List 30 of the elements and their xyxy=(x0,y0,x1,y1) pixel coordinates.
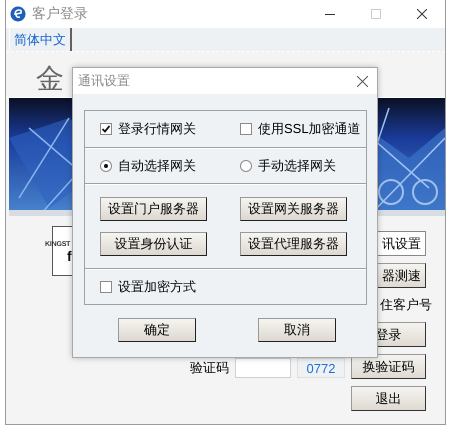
checkbox-label: 使用SSL加密通道 xyxy=(258,120,361,138)
radio-button[interactable] xyxy=(100,160,112,172)
dialog-button[interactable]: 确定 xyxy=(118,318,196,342)
captcha-label: 验证码 xyxy=(190,359,229,377)
captcha-field[interactable] xyxy=(235,358,291,378)
checkbox[interactable] xyxy=(100,280,112,292)
radio-label: 自动选择网关 xyxy=(118,156,196,174)
checkbox-label: 登录行情网关 xyxy=(118,120,196,138)
radio-button[interactable] xyxy=(240,160,252,172)
close-icon[interactable] xyxy=(417,9,427,19)
checkbox[interactable] xyxy=(100,123,112,135)
radio-label: 手动选择网关 xyxy=(258,156,336,174)
checkbox[interactable] xyxy=(240,123,252,135)
checkbox-label: 住客户号 xyxy=(379,296,432,314)
checkbox-label: 设置加密方式 xyxy=(118,278,196,296)
dialog-button[interactable]: 取消 xyxy=(258,318,336,342)
settings-button[interactable]: 设置门户服务器 xyxy=(100,196,207,220)
settings-button[interactable]: 设置代理服务器 xyxy=(240,232,347,256)
side-button[interactable]: 换验证码 xyxy=(351,354,426,379)
side-button[interactable]: 退出 xyxy=(351,386,426,411)
app-icon xyxy=(10,6,26,22)
window-title: 客户登录 xyxy=(32,5,89,23)
settings-button[interactable]: 设置网关服务器 xyxy=(240,196,347,220)
brand-title: 金 xyxy=(36,61,64,97)
close-icon[interactable] xyxy=(356,76,368,86)
captcha-code: 0772 xyxy=(297,358,345,378)
settings-button[interactable]: 设置身份认证 xyxy=(100,232,207,256)
language-tab[interactable]: 简体中文 xyxy=(9,28,72,51)
dialog-title: 通讯设置 xyxy=(78,72,131,90)
logo-mark: f xyxy=(67,249,73,263)
